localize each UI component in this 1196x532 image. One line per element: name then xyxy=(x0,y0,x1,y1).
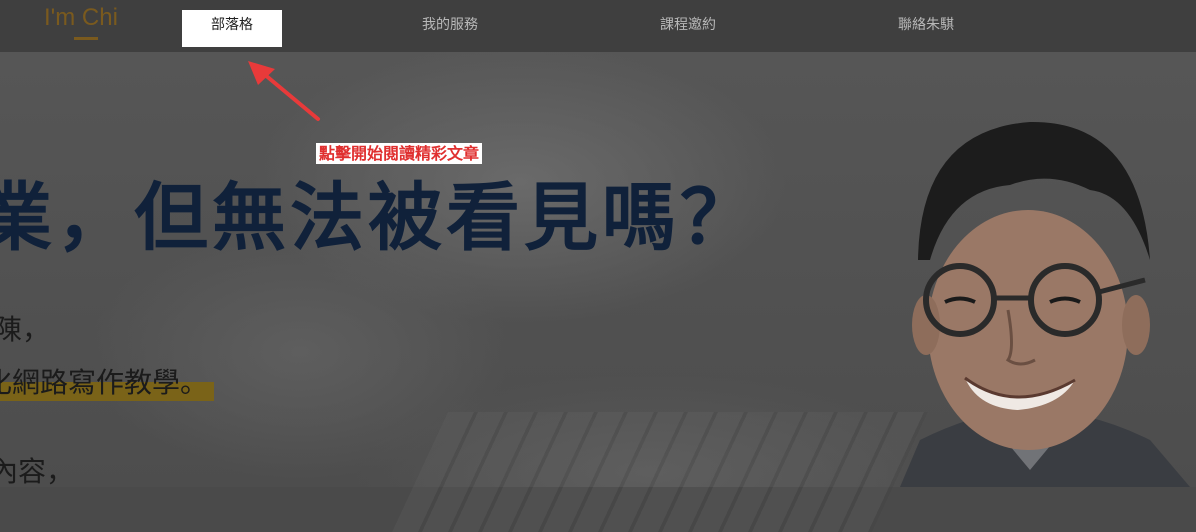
annotation-callout: 點擊開始閱讀精彩文章 xyxy=(316,143,483,164)
site-logo[interactable]: I'm Chi xyxy=(44,4,118,32)
red-arrow-icon xyxy=(248,61,320,121)
logo-underline xyxy=(74,37,98,40)
nav-item-services[interactable]: 我的服務 xyxy=(422,14,478,34)
nav-item-blog[interactable]: 部落格 xyxy=(182,10,282,47)
nav-item-contact[interactable]: 聯絡朱騏 xyxy=(898,14,954,34)
top-navigation-bar: I'm Chi 部落格 我的服務 課程邀約 聯絡朱騏 xyxy=(0,0,1196,52)
hero-subtext-line-3: 內容， xyxy=(0,455,75,488)
nav-item-course-invitation[interactable]: 課程邀約 xyxy=(660,14,716,34)
hero-headline: 業，但無法被看見嗎？ xyxy=(0,175,758,261)
portrait-photo xyxy=(900,121,1190,487)
hero-subtext-line-2-highlighted: 化網路寫作教學。 xyxy=(0,361,215,401)
keyboard-photo-detail xyxy=(392,412,928,532)
hero-subtext-line-1: 陳， xyxy=(0,313,51,346)
